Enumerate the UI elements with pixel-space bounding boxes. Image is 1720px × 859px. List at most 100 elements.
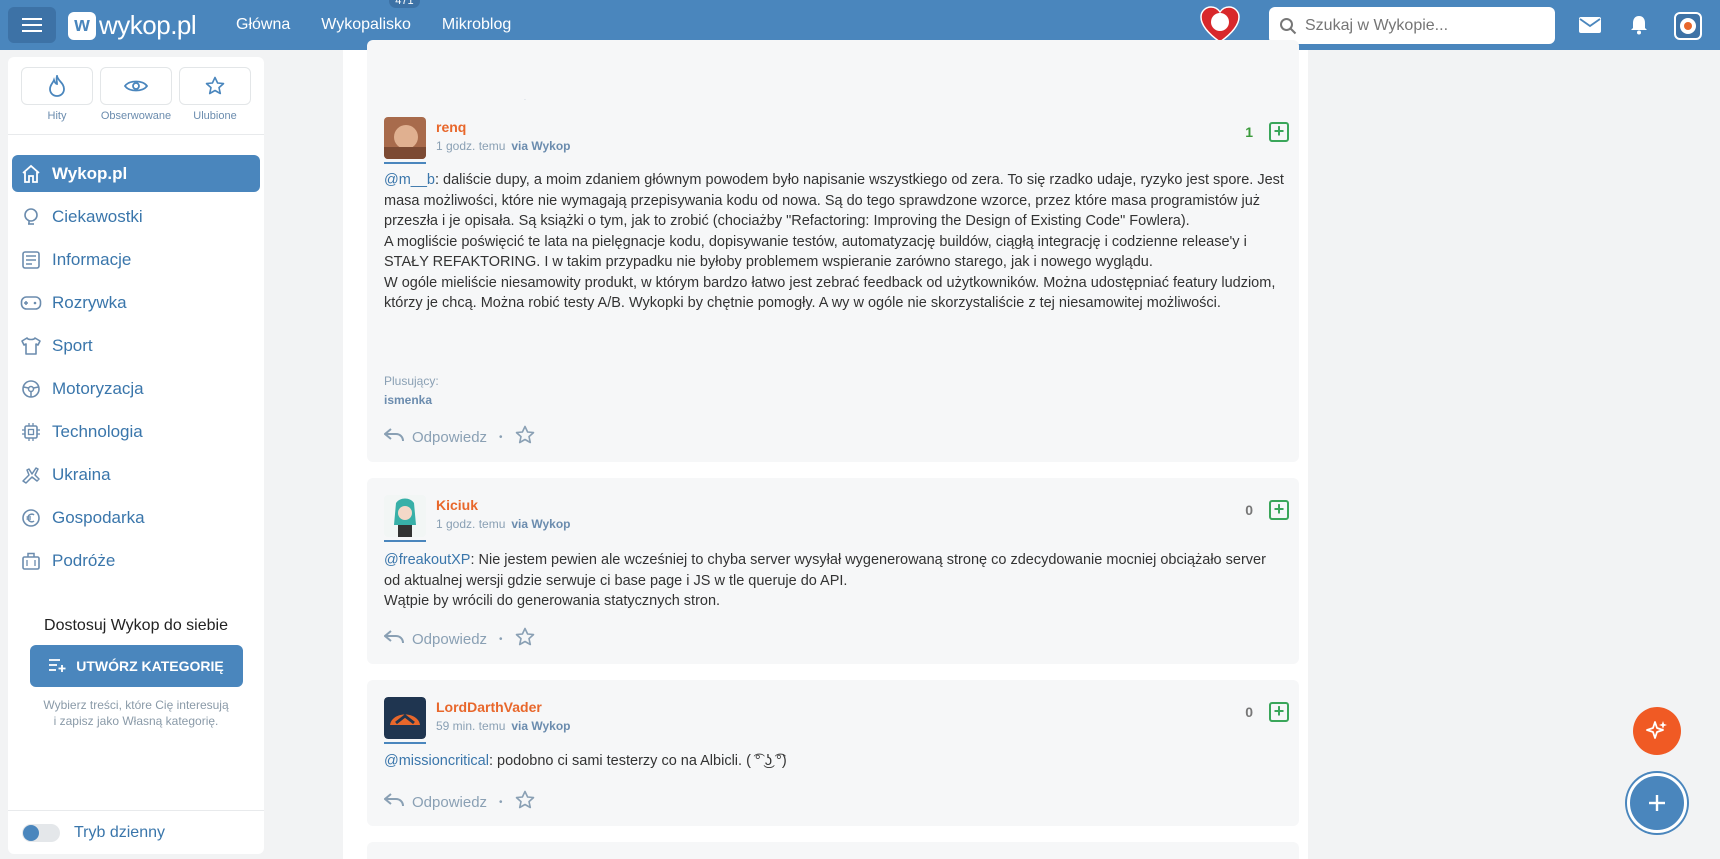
sidebar-item-label: Podróże [52, 550, 116, 570]
comment-meta: 1 godz. temu via Wykop [436, 517, 571, 531]
reply-button[interactable]: Odpowiedz [412, 794, 487, 811]
sidebar-item-sport[interactable]: Sport [12, 327, 260, 364]
comment-time[interactable]: 1 godz. temu [436, 139, 505, 153]
comment-text: : podobno ci sami testerzy co na Albicli… [488, 753, 787, 769]
notifications-button[interactable] [1626, 12, 1652, 38]
quick-button[interactable] [100, 67, 172, 105]
upvote-button[interactable]: + [1269, 500, 1289, 520]
add-post-button[interactable] [1627, 773, 1687, 833]
quick-item-obserwowane[interactable]: Obserwowane [97, 67, 175, 122]
comment-lorddarthvader: LordDarthVader 59 min. temu via Wykop 0 +… [367, 680, 1299, 826]
customize-hint-line-1: Wybierz treści, które Cię interesują [43, 698, 229, 712]
mention-link[interactable]: @m__b [384, 172, 435, 188]
favorite-star-icon[interactable] [515, 627, 535, 651]
sidebar-item-podroze[interactable]: Podróże [12, 542, 260, 579]
sidebar-item-informacje[interactable]: Informacje [12, 241, 260, 278]
day-mode-toggle[interactable]: Tryb dzienny [8, 810, 264, 854]
search-box[interactable] [1269, 7, 1555, 44]
nav-item-mikroblog[interactable]: Mikroblog [442, 16, 511, 34]
quick-label: Hity [47, 110, 67, 122]
nav-item-wykopalisko[interactable]: Wykopalisko 471 [321, 0, 420, 34]
toggle-switch[interactable] [22, 823, 60, 842]
sidebar-item-ciekawostki[interactable]: Ciekawostki [12, 198, 260, 235]
category-menu: Wykop.pl Ciekawostki Informacje Rozrywka… [8, 155, 264, 579]
comment-source: via Wykop [511, 139, 571, 153]
reply-icon[interactable] [383, 630, 404, 648]
avatar[interactable] [384, 495, 426, 537]
comment-time[interactable]: 1 godz. temu [436, 517, 505, 531]
steering-wheel-icon [20, 378, 42, 400]
coin-icon [20, 507, 42, 529]
bell-icon [1631, 16, 1647, 35]
sidebar-item-technologia[interactable]: Technologia [12, 413, 260, 450]
comment-kiciuk: Kiciuk 1 godz. temu via Wykop 0 + @freako… [367, 478, 1299, 664]
lightbulb-icon [20, 206, 42, 228]
vote-count: 0 [1245, 502, 1253, 518]
search-input[interactable] [1305, 16, 1535, 35]
upvote-button[interactable]: + [1269, 702, 1289, 722]
avatar[interactable] [384, 117, 426, 159]
quick-item-ulubione[interactable]: Ulubione [176, 67, 254, 122]
create-category-label: UTWÓRZ KATEGORIĘ [76, 658, 224, 674]
reply-icon[interactable] [383, 793, 404, 811]
heart-icon[interactable] [1200, 6, 1240, 44]
sidebar-item-label: Informacje [52, 249, 132, 269]
sidebar-item-label: Gospodarka [52, 507, 145, 527]
create-category-button[interactable]: UTWÓRZ KATEGORIĘ [29, 645, 243, 687]
nav-item-glowna[interactable]: Główna [236, 16, 290, 34]
sidebar-item-motoryzacja[interactable]: Motoryzacja [12, 370, 260, 407]
upvote-button[interactable]: + [1269, 122, 1289, 142]
sidebar-item-rozrywka[interactable]: Rozrywka [12, 284, 260, 321]
reply-button[interactable]: Odpowiedz [412, 631, 487, 648]
separator-dot: • [499, 633, 503, 645]
vote-box: 0 + [1245, 702, 1289, 722]
ai-sparkle-button[interactable] [1633, 707, 1681, 755]
favorite-star-icon[interactable] [515, 790, 535, 814]
logo[interactable]: w wykop.pl [68, 10, 197, 41]
mention-link[interactable]: @missioncritical [384, 753, 489, 769]
avatar[interactable] [384, 697, 426, 739]
add-list-icon [48, 657, 66, 676]
menu-button[interactable] [8, 7, 56, 43]
shirt-icon [20, 335, 42, 357]
search-icon [1280, 17, 1297, 34]
sidebar-item-label: Sport [52, 335, 93, 355]
toggle-knob [23, 824, 39, 841]
sidebar-item-wykop[interactable]: Wykop.pl [12, 155, 260, 192]
reply-button[interactable]: Odpowiedz [412, 429, 487, 446]
reply-icon[interactable] [383, 428, 404, 446]
hand-icon [20, 464, 42, 486]
sidebar-item-ukraina[interactable]: Ukraina [12, 456, 260, 493]
comment-body: @missioncritical: podobno ci sami tester… [384, 751, 1284, 772]
comment-actions: Odpowiedz • [383, 627, 535, 651]
comment-author[interactable]: LordDarthVader [436, 699, 542, 715]
plusers: Plusujący: ismenka [384, 372, 439, 410]
comment-source: via Wykop [511, 719, 571, 733]
quick-label: Obserwowane [100, 110, 172, 122]
quick-links: Hity Obserwowane Ulubione [8, 57, 264, 122]
vote-box: 1 + [1245, 122, 1289, 142]
sidebar-item-gospodarka[interactable]: Gospodarka [12, 499, 260, 536]
avatar-image-icon [1680, 18, 1696, 34]
luggage-icon [20, 550, 42, 572]
avatar-underline [384, 162, 426, 164]
mention-link[interactable]: @freakoutXP [384, 552, 470, 568]
customize-hint-line-2: i zapisz jako Własną kategorię. [53, 714, 219, 728]
mail-button[interactable] [1577, 12, 1603, 38]
chip-icon [20, 421, 42, 443]
quick-item-hity[interactable]: Hity [18, 67, 96, 122]
avatar-underline [384, 540, 426, 542]
pluser-name[interactable]: ismenka [384, 393, 432, 407]
comment-author[interactable]: renq [436, 119, 466, 135]
comment-actions: Odpowiedz • [383, 425, 535, 449]
quick-button[interactable] [179, 67, 251, 105]
sparkle-icon [1646, 721, 1667, 739]
comment-text: Wątpie by wrócili do generowania statycz… [384, 593, 721, 609]
day-mode-label: Tryb dzienny [74, 823, 165, 841]
comment-next [367, 842, 1299, 859]
quick-button[interactable] [21, 67, 93, 105]
comment-time[interactable]: 59 min. temu [436, 719, 505, 733]
user-avatar[interactable] [1674, 12, 1702, 40]
comment-author[interactable]: Kiciuk [436, 497, 478, 513]
favorite-star-icon[interactable] [515, 425, 535, 449]
